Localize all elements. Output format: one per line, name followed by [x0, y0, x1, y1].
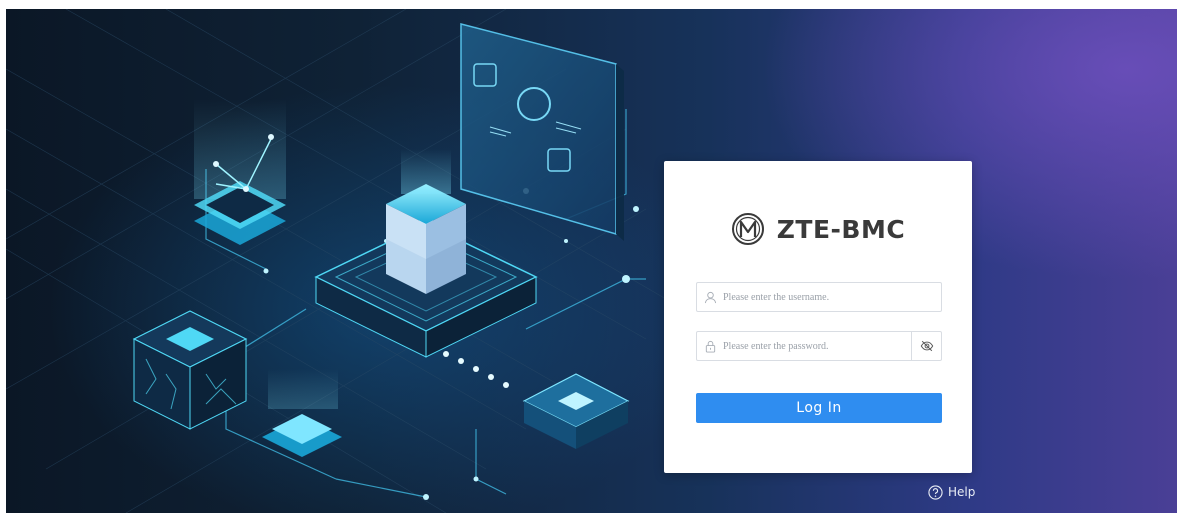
brand-header: ZTE-BMC	[664, 209, 972, 249]
question-circle-icon	[928, 484, 943, 500]
brand-name: ZTE-BMC	[776, 214, 906, 244]
help-label: Help	[948, 485, 976, 499]
password-input[interactable]	[723, 332, 911, 360]
password-field[interactable]	[696, 331, 942, 361]
eye-slash-icon[interactable]	[911, 332, 941, 360]
help-link[interactable]: Help	[928, 483, 975, 501]
username-input[interactable]	[723, 283, 941, 311]
circled-m-logo	[731, 213, 764, 245]
login-card: ZTE-BMC Please enter the username. Log I…	[664, 161, 972, 473]
datacenter-illustration	[6, 9, 667, 513]
lock-icon	[697, 332, 723, 360]
user-icon	[697, 283, 723, 311]
login-button[interactable]: Log In	[696, 393, 942, 423]
username-field[interactable]	[696, 282, 942, 312]
login-background: ZTE-BMC Please enter the username. Log I…	[6, 9, 1177, 513]
